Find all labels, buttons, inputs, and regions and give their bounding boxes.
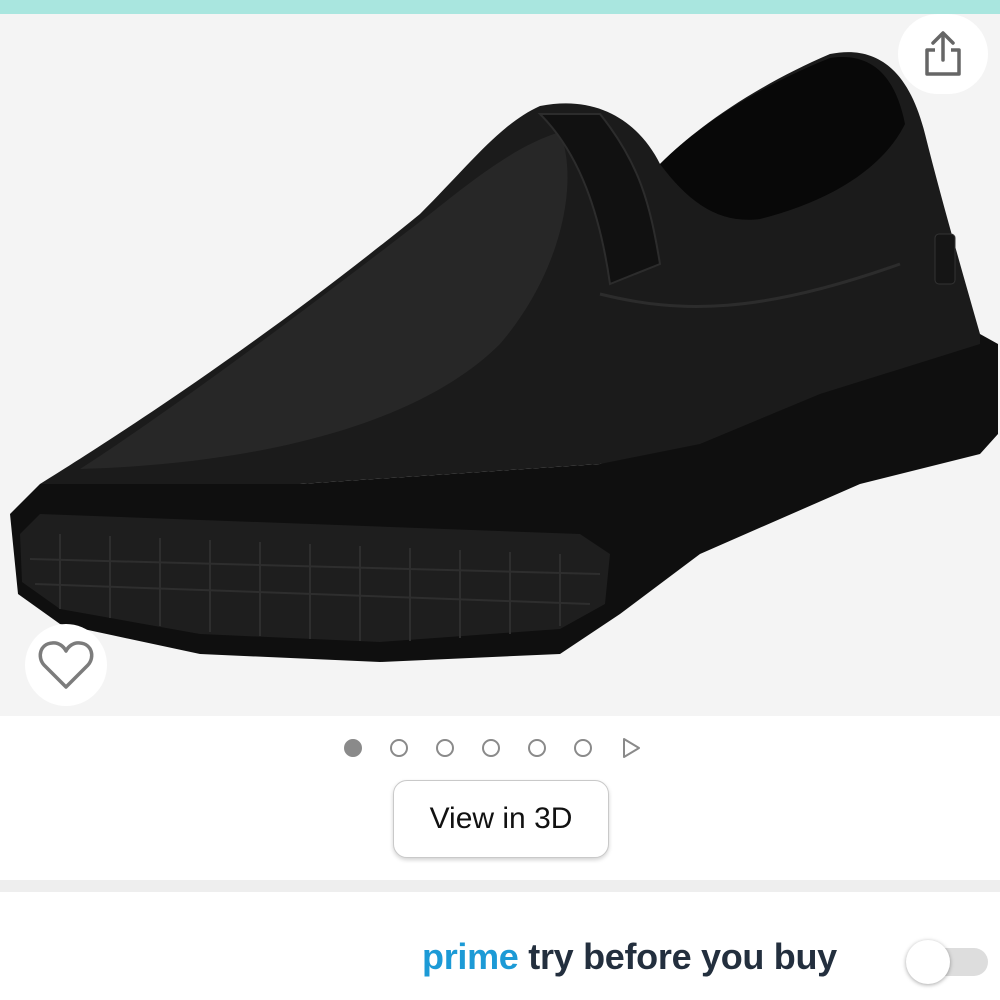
pagination-dot-2[interactable] xyxy=(390,739,408,757)
wishlist-button[interactable] xyxy=(25,624,107,706)
play-triangle-icon[interactable] xyxy=(620,737,642,759)
share-button[interactable] xyxy=(898,14,988,94)
pagination-dot-6[interactable] xyxy=(574,739,592,757)
view-in-3d-label: View in 3D xyxy=(429,802,573,835)
try-before-you-buy-label: try before you buy xyxy=(528,936,837,977)
toggle-knob xyxy=(906,940,950,984)
prime-logo-text: prime xyxy=(422,936,519,977)
pagination-dot-5[interactable] xyxy=(528,739,546,757)
view-in-3d-button[interactable]: View in 3D xyxy=(393,780,609,858)
product-image[interactable] xyxy=(0,14,1000,716)
prime-try-before-you-buy-row: prime try before you buy xyxy=(0,892,1000,1000)
heart-outline-icon xyxy=(38,641,94,689)
section-divider xyxy=(0,880,1000,892)
image-pagination-dots xyxy=(344,736,642,760)
try-before-you-buy-toggle[interactable] xyxy=(906,940,988,984)
share-icon xyxy=(925,31,961,76)
prime-try-before-you-buy-text: prime try before you buy xyxy=(422,936,837,978)
pagination-dot-3[interactable] xyxy=(436,739,454,757)
top-status-strip xyxy=(0,0,1000,14)
product-image-gallery[interactable] xyxy=(0,14,1000,716)
pagination-dot-1[interactable] xyxy=(344,739,362,757)
pagination-dot-4[interactable] xyxy=(482,739,500,757)
